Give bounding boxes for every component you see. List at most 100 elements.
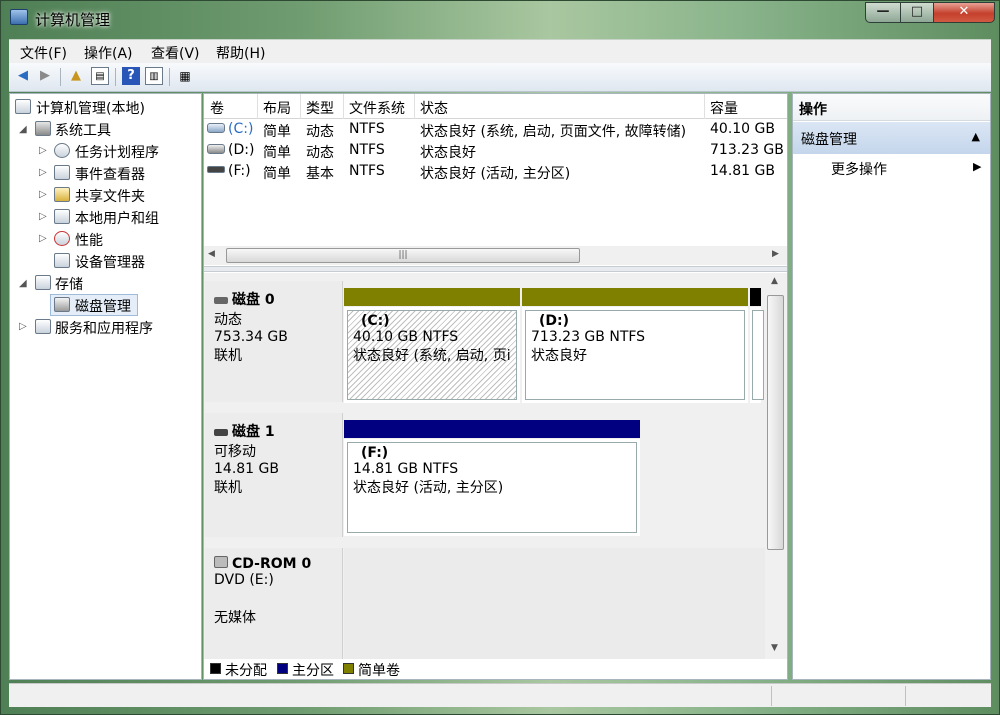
partition-c[interactable]: (C:) 40.10 GB NTFS 状态良好 (系统, 启动, 页i <box>344 307 520 403</box>
partition-size: 40.10 GB NTFS <box>353 329 459 345</box>
back-arrow-icon[interactable]: ◀ <box>14 67 32 85</box>
partition-d[interactable]: (D:) 713.23 GB NTFS 状态良好 <box>522 307 748 403</box>
scroll-up-icon[interactable]: ▲ <box>771 276 778 286</box>
tree-item-root[interactable]: 计算机管理(本地) <box>36 98 145 118</box>
scrollbar-thumb[interactable]: ||| <box>226 248 580 263</box>
menu-bar: 文件(F) 操作(A) 查看(V) 帮助(H) <box>9 39 991 63</box>
status-separator <box>905 686 906 706</box>
table-row[interactable]: (F:) 简单 基本 NTFS 状态良好 (活动, 主分区) 14.81 GB <box>204 162 787 183</box>
scroll-right-icon[interactable]: ▶ <box>772 249 779 259</box>
menu-view[interactable]: 查看(V) <box>151 43 200 63</box>
cell-filesystem: NTFS <box>349 142 385 158</box>
collapse-arrow-icon[interactable]: ▷ <box>39 167 47 178</box>
computer-management-icon <box>15 99 31 114</box>
vertical-scrollbar[interactable]: ▲ ▼ <box>766 273 785 659</box>
volume-table-header: 卷 布局 类型 文件系统 状态 容量 <box>204 94 787 119</box>
collapse-arrow-icon[interactable]: ▷ <box>39 145 47 156</box>
legend-label: 简单卷 <box>358 663 400 679</box>
cell-layout: 简单 <box>263 124 291 140</box>
disk-name: 磁盘 1 <box>232 424 275 440</box>
tree-item-local-users[interactable]: 本地用户和组 <box>75 208 159 228</box>
scroll-down-icon[interactable]: ▼ <box>771 643 778 653</box>
column-header-status[interactable]: 状态 <box>420 98 448 118</box>
disk-0-info[interactable]: 磁盘 0 动态 753.34 GB 联机 <box>205 281 343 402</box>
tree-item-performance[interactable]: 性能 <box>75 230 103 250</box>
collapse-arrow-icon[interactable]: ▷ <box>39 189 47 200</box>
more-actions-link[interactable]: 更多操作 <box>831 159 887 179</box>
menu-action[interactable]: 操作(A) <box>84 43 133 63</box>
cell-volume: (C:) <box>228 121 254 137</box>
tree-item-services[interactable]: 服务和应用程序 <box>55 318 153 338</box>
column-header-volume[interactable]: 卷 <box>210 98 224 118</box>
tree-item-disk-management[interactable]: 磁盘管理 <box>75 296 131 316</box>
collapse-arrow-icon[interactable]: ▷ <box>39 233 47 244</box>
disk-1-info[interactable]: 磁盘 1 可移动 14.81 GB 联机 <box>205 413 343 537</box>
column-header-capacity[interactable]: 容量 <box>710 98 738 118</box>
window-title: 计算机管理 <box>35 11 111 29</box>
expand-arrow-icon[interactable]: ◢ <box>19 278 27 289</box>
disk-status: 无媒体 <box>214 610 256 626</box>
disk-management-pane: 卷 布局 类型 文件系统 状态 容量 (C:) 简单 动态 NTFS 状态良好 … <box>203 93 788 680</box>
properties-icon[interactable]: ▦ <box>176 67 194 85</box>
scrollbar-thumb[interactable] <box>767 295 784 550</box>
legend: 未分配 主分区 简单卷 <box>204 659 787 679</box>
close-icon: ✕ <box>958 4 970 19</box>
disk-status: 联机 <box>214 348 242 364</box>
cell-status: 状态良好 (活动, 主分区) <box>420 166 571 182</box>
column-divider[interactable] <box>257 94 258 119</box>
tree-item-device-manager[interactable]: 设备管理器 <box>75 252 145 272</box>
menu-file[interactable]: 文件(F) <box>20 43 67 63</box>
tree-item-storage[interactable]: 存储 <box>55 274 83 294</box>
title-bar[interactable]: 计算机管理 — □ ✕ <box>1 1 999 35</box>
computer-management-icon <box>10 9 28 25</box>
cdrom-0-info[interactable]: CD-ROM 0 DVD (E:) 无媒体 <box>205 548 343 659</box>
table-row[interactable]: (C:) 简单 动态 NTFS 状态良好 (系统, 启动, 页面文件, 故障转储… <box>204 120 787 141</box>
menu-help[interactable]: 帮助(H) <box>216 43 265 63</box>
legend-label: 主分区 <box>292 663 334 679</box>
expand-arrow-icon[interactable]: ◢ <box>19 124 27 135</box>
disk-name: 磁盘 0 <box>232 292 275 308</box>
maximize-icon: □ <box>910 4 924 19</box>
column-header-layout[interactable]: 布局 <box>263 98 291 118</box>
tree-item-task-scheduler[interactable]: 任务计划程序 <box>75 142 159 162</box>
disk-type: 动态 <box>214 312 242 328</box>
cdrom-empty-area <box>344 548 765 659</box>
collapse-arrow-icon[interactable]: ▷ <box>39 211 47 222</box>
actions-section-disk-management[interactable]: 磁盘管理 ▲ <box>793 122 990 154</box>
scroll-left-icon[interactable]: ◀ <box>208 249 215 259</box>
maximize-button[interactable]: □ <box>900 2 934 23</box>
event-viewer-icon <box>54 165 70 180</box>
tree-item-system-tools[interactable]: 系统工具 <box>55 120 111 140</box>
pane-splitter[interactable] <box>204 266 787 272</box>
column-divider[interactable] <box>414 94 415 119</box>
column-divider[interactable] <box>704 94 705 119</box>
column-header-type[interactable]: 类型 <box>306 98 334 118</box>
help-icon[interactable]: ? <box>122 67 140 85</box>
up-folder-icon[interactable]: ▲ <box>67 67 85 85</box>
partition-status: 状态良好 (系统, 启动, 页i <box>353 348 511 364</box>
chevron-right-icon[interactable]: ▶ <box>973 160 981 173</box>
minimize-button[interactable]: — <box>865 2 901 23</box>
column-header-filesystem[interactable]: 文件系统 <box>349 98 405 118</box>
show-hide-tree-icon[interactable]: ▤ <box>91 67 109 85</box>
tree-item-shared-folders[interactable]: 共享文件夹 <box>75 186 145 206</box>
status-bar <box>9 683 991 707</box>
unallocated-bar <box>750 288 761 306</box>
tree-item-event-viewer[interactable]: 事件查看器 <box>75 164 145 184</box>
cell-layout: 简单 <box>263 166 291 182</box>
horizontal-scrollbar[interactable]: ◀ ||| ▶ <box>204 246 787 265</box>
show-hide-action-pane-icon[interactable]: ▥ <box>145 67 163 85</box>
collapse-up-icon[interactable]: ▲ <box>972 130 980 143</box>
table-row[interactable]: (D:) 简单 动态 NTFS 状态良好 713.23 GB <box>204 141 787 162</box>
collapse-arrow-icon[interactable]: ▷ <box>19 321 27 332</box>
close-button[interactable]: ✕ <box>933 2 995 23</box>
forward-arrow-icon[interactable]: ▶ <box>36 67 54 85</box>
toolbar: ◀ ▶ ▲ ▤ ? ▥ ▦ <box>9 63 991 92</box>
partition-f[interactable]: (F:) 14.81 GB NTFS 状态良好 (活动, 主分区) <box>344 439 640 536</box>
column-divider[interactable] <box>300 94 301 119</box>
unallocated-space[interactable] <box>750 307 764 403</box>
disk-size: 14.81 GB <box>214 461 279 477</box>
disk-type: 可移动 <box>214 444 256 460</box>
column-divider[interactable] <box>343 94 344 119</box>
partition-status: 状态良好 <box>531 348 587 364</box>
